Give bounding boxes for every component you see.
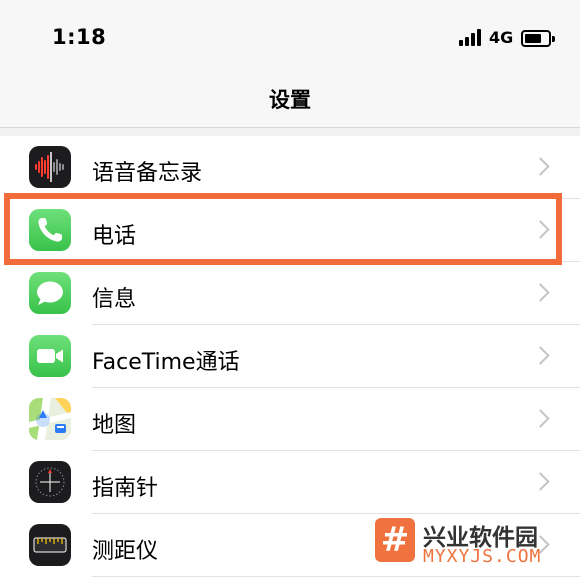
facetime-icon: [29, 335, 71, 377]
voice-memos-icon: [29, 146, 71, 188]
watermark-url: MYXYJS.COM: [423, 546, 542, 567]
settings-row-label: 电话: [92, 224, 137, 249]
page-title: 设置: [269, 88, 311, 112]
settings-row-compass[interactable]: 指南针: [0, 451, 580, 514]
battery-icon: [521, 30, 555, 47]
chevron-right-icon: [528, 146, 558, 188]
chevron-right-icon: [528, 335, 558, 377]
settings-row-facetime[interactable]: FaceTime通话: [0, 325, 580, 388]
compass-icon: [29, 461, 71, 503]
settings-row-label: 测距仪: [92, 539, 159, 564]
watermark-badge: #: [375, 518, 415, 562]
chevron-right-icon: [528, 209, 558, 251]
settings-row-messages[interactable]: 信息: [0, 262, 580, 325]
settings-row-label: 信息: [92, 287, 137, 312]
watermark-logo: # 兴业软件园 MYXYJS.COM: [375, 516, 575, 572]
settings-row-voice-memos[interactable]: 语音备忘录: [0, 136, 580, 199]
chevron-right-icon: [528, 272, 558, 314]
status-time: 1:18: [52, 25, 107, 49]
settings-row-label: 语音备忘录: [92, 161, 203, 186]
settings-row-label: 地图: [92, 413, 137, 438]
settings-row-phone[interactable]: 电话: [0, 199, 580, 262]
network-type: 4G: [489, 28, 514, 47]
phone-icon: [29, 209, 71, 251]
signal-bars-icon: [459, 29, 483, 46]
messages-icon: [29, 272, 71, 314]
settings-row-label: FaceTime通话: [92, 350, 240, 375]
chevron-right-icon: [528, 398, 558, 440]
section-gap: [0, 128, 580, 136]
maps-icon: [29, 398, 71, 440]
status-bar: 1:18 4G: [0, 0, 580, 70]
settings-row-label: 指南针: [92, 476, 159, 501]
settings-row-maps[interactable]: 地图: [0, 388, 580, 451]
chevron-right-icon: [528, 461, 558, 503]
measure-icon: [29, 524, 71, 566]
navigation-bar: 设置: [0, 70, 580, 128]
settings-list: 语音备忘录 电话 信息 FaceTime通话 地图 指南针 测距仪: [0, 136, 580, 577]
